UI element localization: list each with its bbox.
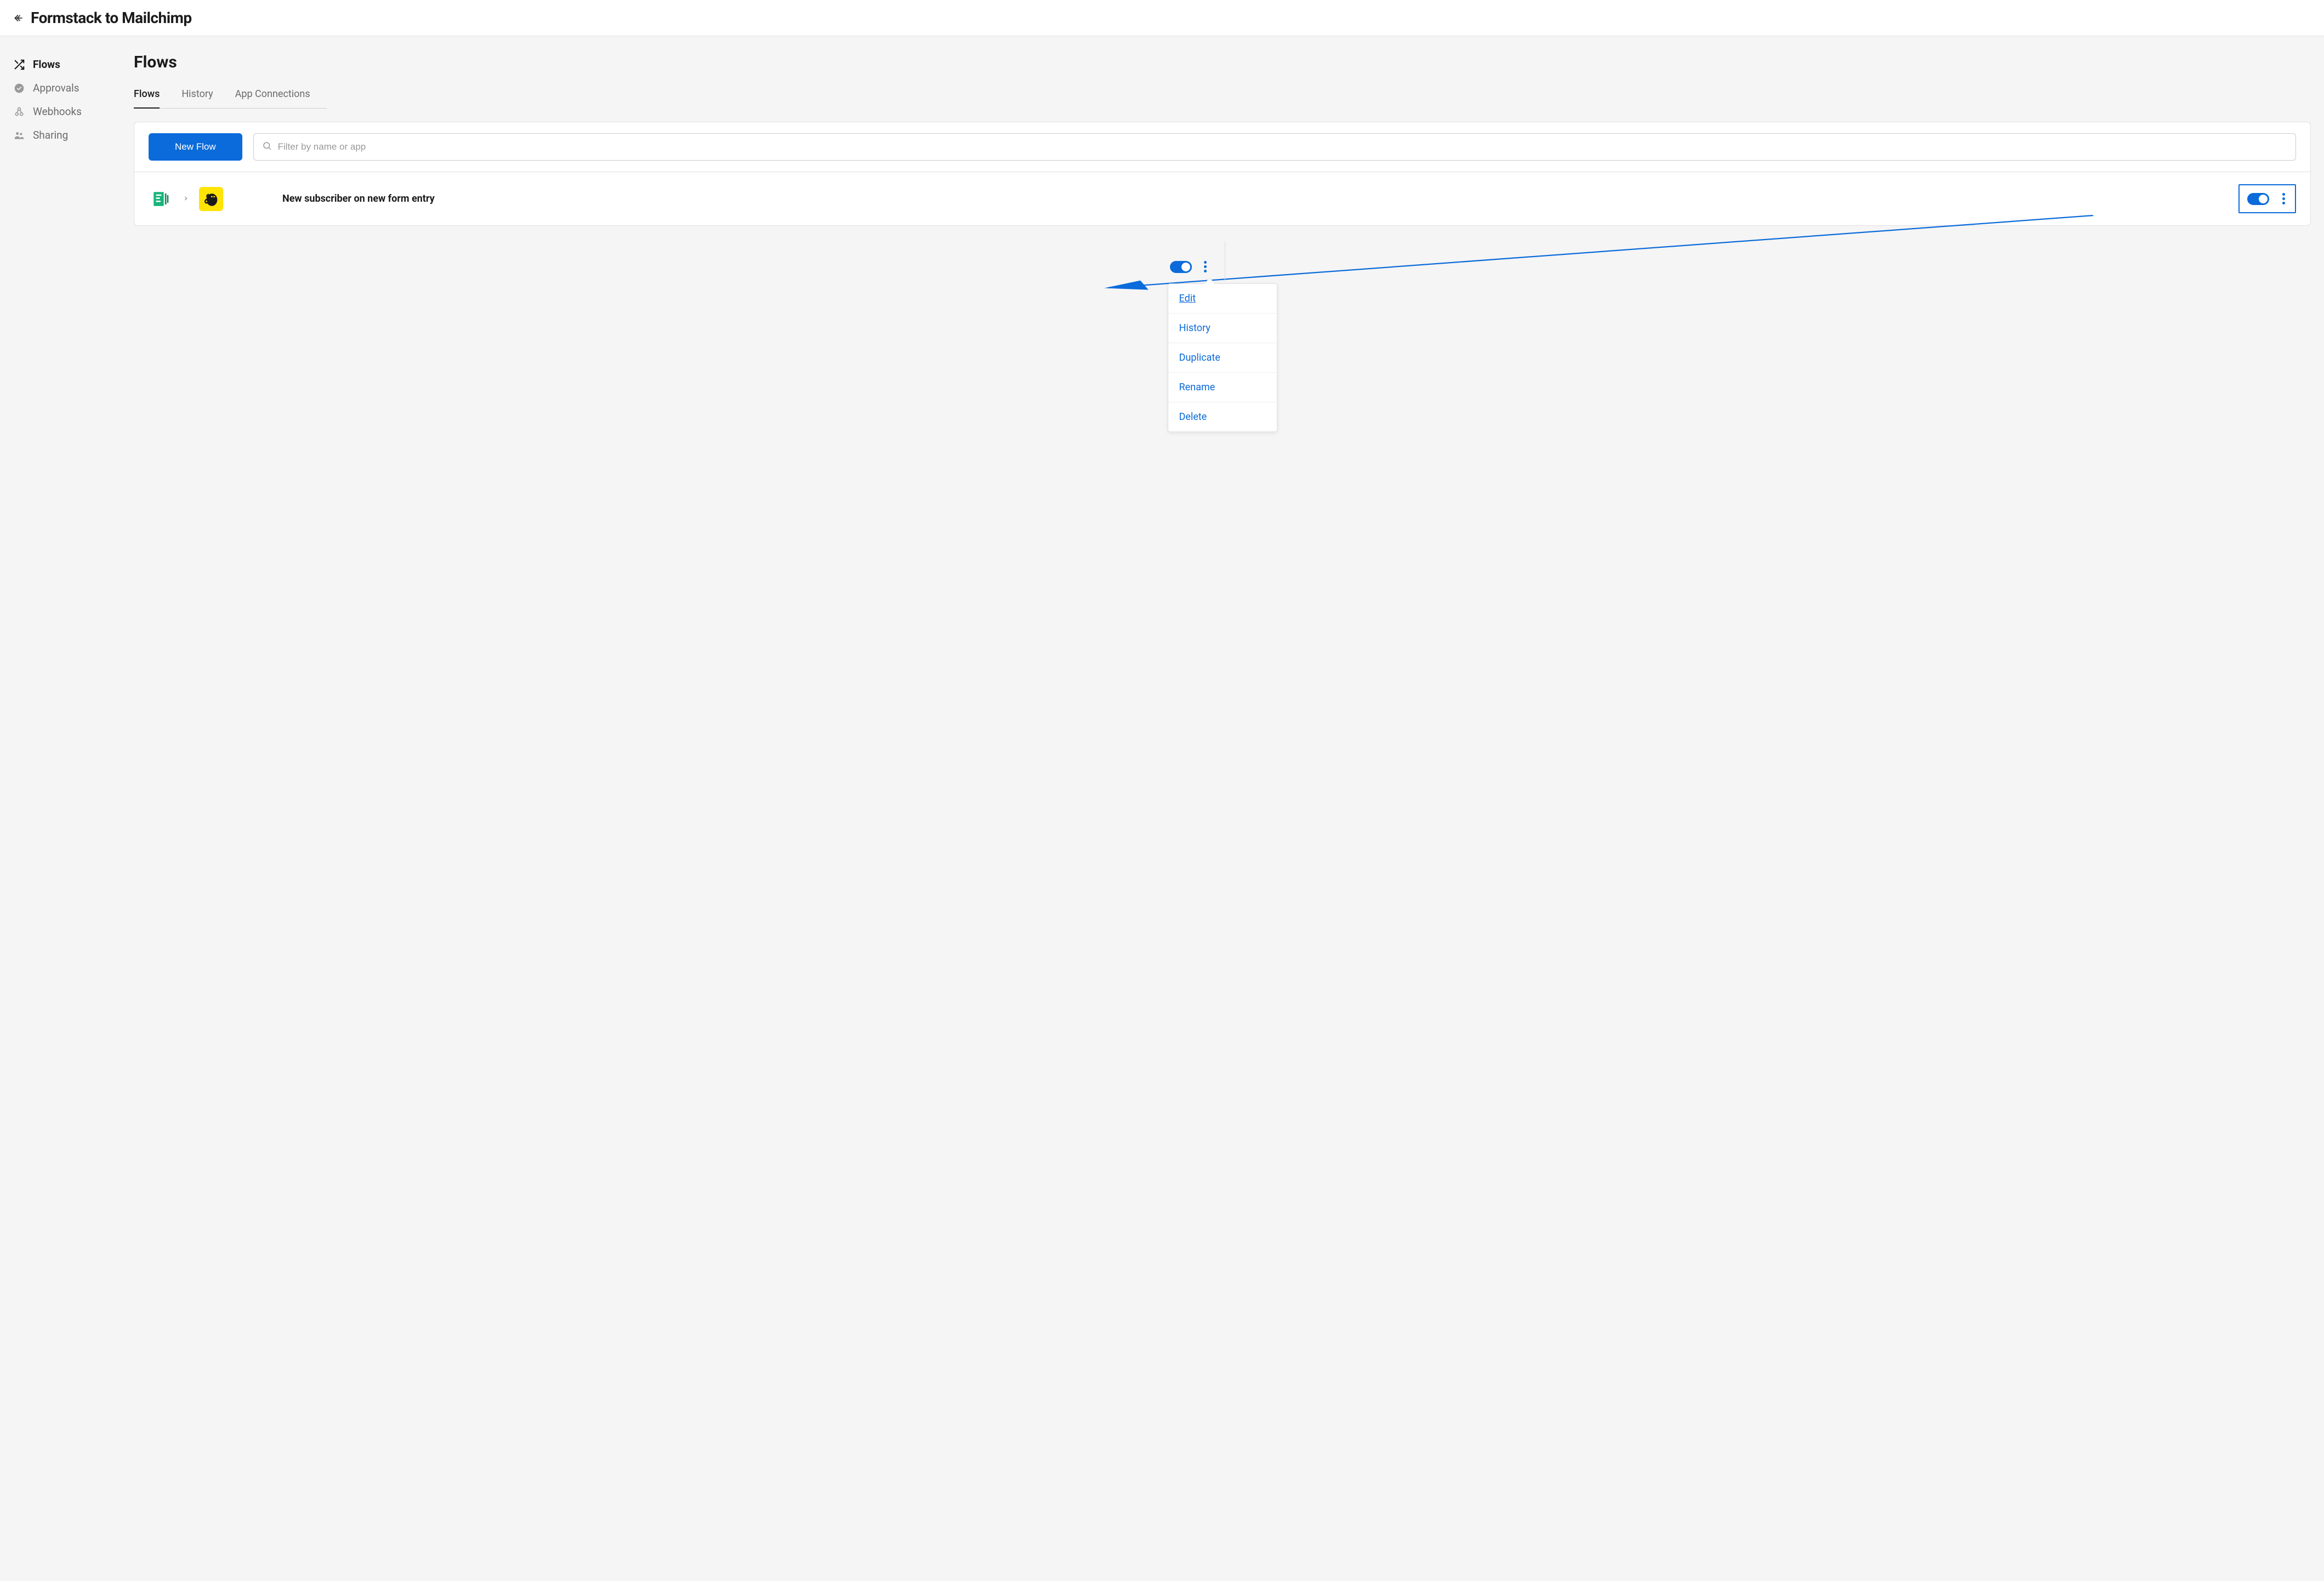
popup-flow-toggle[interactable] [1170,261,1192,273]
toolbar: New Flow [134,122,2310,172]
new-flow-button[interactable]: New Flow [149,133,242,161]
menu-item-rename[interactable]: Rename [1168,373,1277,402]
search-wrapper [253,133,2296,161]
section-title: Flows [134,53,2311,72]
webhook-icon [13,106,25,118]
menu-item-edit[interactable]: Edit [1168,284,1277,314]
sidebar-item-flows[interactable]: Flows [13,53,112,76]
main-content: Flows Flows History App Connections New … [134,53,2311,432]
sidebar: Flows Approvals Webhooks Sharing [13,53,112,432]
popup-kebab-menu-icon[interactable] [1202,259,1209,275]
menu-item-history[interactable]: History [1168,314,1277,343]
popup-illustration: Edit History Duplicate Rename Delete [134,259,2311,432]
page-title: Formstack to Mailchimp [31,9,192,27]
tabs: Flows History App Connections [134,88,327,109]
back-arrow-icon[interactable] [13,13,24,24]
sidebar-item-label: Flows [33,58,60,71]
menu-item-delete[interactable]: Delete [1168,402,1277,431]
sidebar-item-label: Sharing [33,129,68,141]
sidebar-item-label: Approvals [33,82,79,94]
search-icon [262,141,272,153]
check-circle-icon [13,82,25,94]
sidebar-item-approvals[interactable]: Approvals [13,76,112,100]
sidebar-item-sharing[interactable]: Sharing [13,123,112,147]
tab-app-connections[interactable]: App Connections [235,88,310,109]
context-menu: Edit History Duplicate Rename Delete [1168,283,1277,432]
tab-flows[interactable]: Flows [134,88,160,109]
search-input[interactable] [253,133,2296,161]
menu-item-duplicate[interactable]: Duplicate [1168,343,1277,373]
sidebar-item-label: Webhooks [33,105,82,118]
sidebar-item-webhooks[interactable]: Webhooks [13,100,112,123]
tab-history[interactable]: History [181,88,213,109]
header: Formstack to Mailchimp [0,0,2324,36]
people-icon [13,129,25,141]
shuffle-icon [13,59,25,71]
